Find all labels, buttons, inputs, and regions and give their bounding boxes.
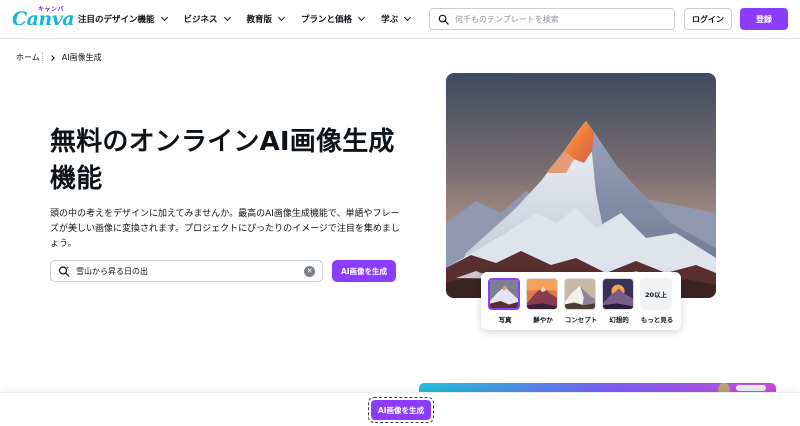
vivid-style-thumbnail [527, 279, 557, 309]
nav-item-label: 学ぶ [381, 15, 399, 25]
style-thumb-fantasy [602, 278, 634, 310]
search-input[interactable] [455, 14, 665, 24]
style-label-more: もっと見る [640, 316, 674, 324]
logo-wordmark: Canva [12, 8, 75, 30]
style-label-concept: コンセプト [564, 316, 598, 324]
canva-logo[interactable]: キャンバ Canva [12, 4, 75, 34]
chevron-down-icon [404, 13, 412, 22]
breadcrumb-home-link[interactable]: ホーム [16, 52, 43, 63]
chevron-down-icon [160, 13, 168, 22]
photo-style-thumbnail [490, 280, 518, 308]
style-option-photo[interactable]: 写真 [488, 278, 522, 324]
nav-item-education[interactable]: 教育版 [246, 13, 286, 25]
style-thumb-concept [564, 278, 596, 310]
page-title: 無料のオンラインAI画像生成 機能 [50, 124, 410, 198]
style-option-more[interactable]: 20以上 もっと見る [640, 278, 674, 324]
nav-item-label: 教育版 [246, 15, 273, 25]
clear-icon[interactable]: ✕ [304, 266, 315, 277]
magic-search-icon [58, 265, 70, 277]
more-icon [736, 385, 766, 391]
breadcrumb-current: AI画像生成 [61, 53, 102, 62]
style-option-fantasy[interactable]: 幻想的 [602, 278, 636, 324]
chevron-down-icon [358, 13, 366, 22]
nav-item-label: プランと価格 [301, 15, 353, 25]
sticky-generate-focus-ring: AI画像を生成 [368, 397, 434, 423]
fantasy-style-thumbnail [603, 279, 633, 309]
page-title-line-1: 無料のオンラインAI画像生成 [50, 127, 395, 157]
generated-mountain-image [446, 73, 716, 298]
hero-description: 頭の中の考えをデザインに加えてみませんか。最高のAI画像生成機能で、単語やフレー… [50, 209, 400, 249]
top-navigation-bar: キャンバ Canva 注目のデザイン機能 ビジネス 教育版 プランと価格 学ぶ [0, 0, 800, 39]
chevron-down-icon [278, 13, 286, 22]
mountain-sunrise-illustration [446, 73, 716, 298]
template-search-box[interactable] [429, 8, 675, 30]
style-label-fantasy: 幻想的 [609, 316, 629, 324]
chevron-right-icon [48, 54, 55, 61]
nav-item-business[interactable]: ビジネス [183, 13, 231, 25]
nav-item-label: 注目のデザイン機能 [78, 15, 155, 25]
style-picker-panel: 写真 鮮やか コンセプト 幻想的 20以上 もっと見る [481, 272, 681, 330]
style-thumb-photo [488, 278, 520, 310]
nav-item-pricing[interactable]: プランと価格 [301, 13, 366, 25]
concept-style-thumbnail [565, 279, 595, 309]
more-styles-count: 20以上 [640, 278, 672, 310]
style-label-photo: 写真 [498, 316, 512, 324]
chevron-down-icon [223, 13, 231, 22]
style-option-vivid[interactable]: 鮮やか [526, 278, 560, 324]
nav-item-label: ビジネス [183, 15, 218, 25]
generate-image-button[interactable]: AI画像を生成 [332, 260, 396, 282]
nav-item-featured[interactable]: 注目のデザイン機能 [78, 13, 168, 25]
prompt-input-box[interactable]: ✕ [50, 260, 323, 282]
prompt-input[interactable] [76, 266, 301, 276]
style-thumb-vivid [526, 278, 558, 310]
breadcrumb: ホーム AI画像生成 [16, 52, 102, 63]
login-button[interactable]: ログイン [684, 8, 732, 30]
nav-item-learn[interactable]: 学ぶ [381, 13, 412, 25]
page-title-line-2: 機能 [50, 164, 103, 194]
signup-button[interactable]: 登録 [740, 8, 788, 30]
style-label-vivid: 鮮やか [533, 316, 553, 324]
main-nav: 注目のデザイン機能 ビジネス 教育版 プランと価格 学ぶ [78, 0, 427, 38]
search-icon [438, 14, 449, 25]
style-option-concept[interactable]: コンセプト [564, 278, 598, 324]
sticky-generate-button[interactable]: AI画像を生成 [371, 400, 431, 420]
